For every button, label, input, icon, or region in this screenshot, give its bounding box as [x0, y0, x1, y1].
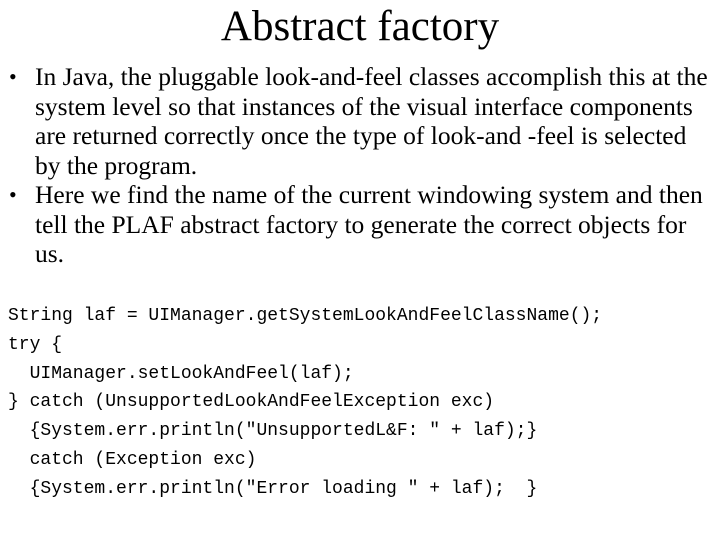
- code-line: } catch (UnsupportedLookAndFeelException…: [8, 392, 495, 413]
- code-line: UIManager.setLookAndFeel(laf);: [8, 363, 354, 384]
- code-line: {System.err.println("Error loading " + l…: [8, 478, 538, 499]
- bullet-item: • In Java, the pluggable look-and-feel c…: [0, 62, 720, 180]
- bullet-icon: •: [9, 64, 17, 89]
- code-line: catch (Exception exc): [8, 449, 257, 470]
- code-line: try {: [8, 334, 63, 355]
- bullet-list: • In Java, the pluggable look-and-feel c…: [0, 62, 720, 269]
- code-block: String laf = UIManager.getSystemLookAndF…: [8, 302, 602, 504]
- bullet-icon: •: [9, 182, 17, 207]
- slide-title: Abstract factory: [220, 3, 500, 50]
- bullet-text: In Java, the pluggable look-and-feel cla…: [35, 62, 708, 180]
- code-line: String laf = UIManager.getSystemLookAndF…: [8, 306, 603, 326]
- bullet-item: • Here we find the name of the current w…: [0, 180, 720, 269]
- code-line: {System.err.println("UnsupportedL&F: " +…: [8, 421, 538, 442]
- bullet-text: Here we find the name of the current win…: [35, 180, 703, 268]
